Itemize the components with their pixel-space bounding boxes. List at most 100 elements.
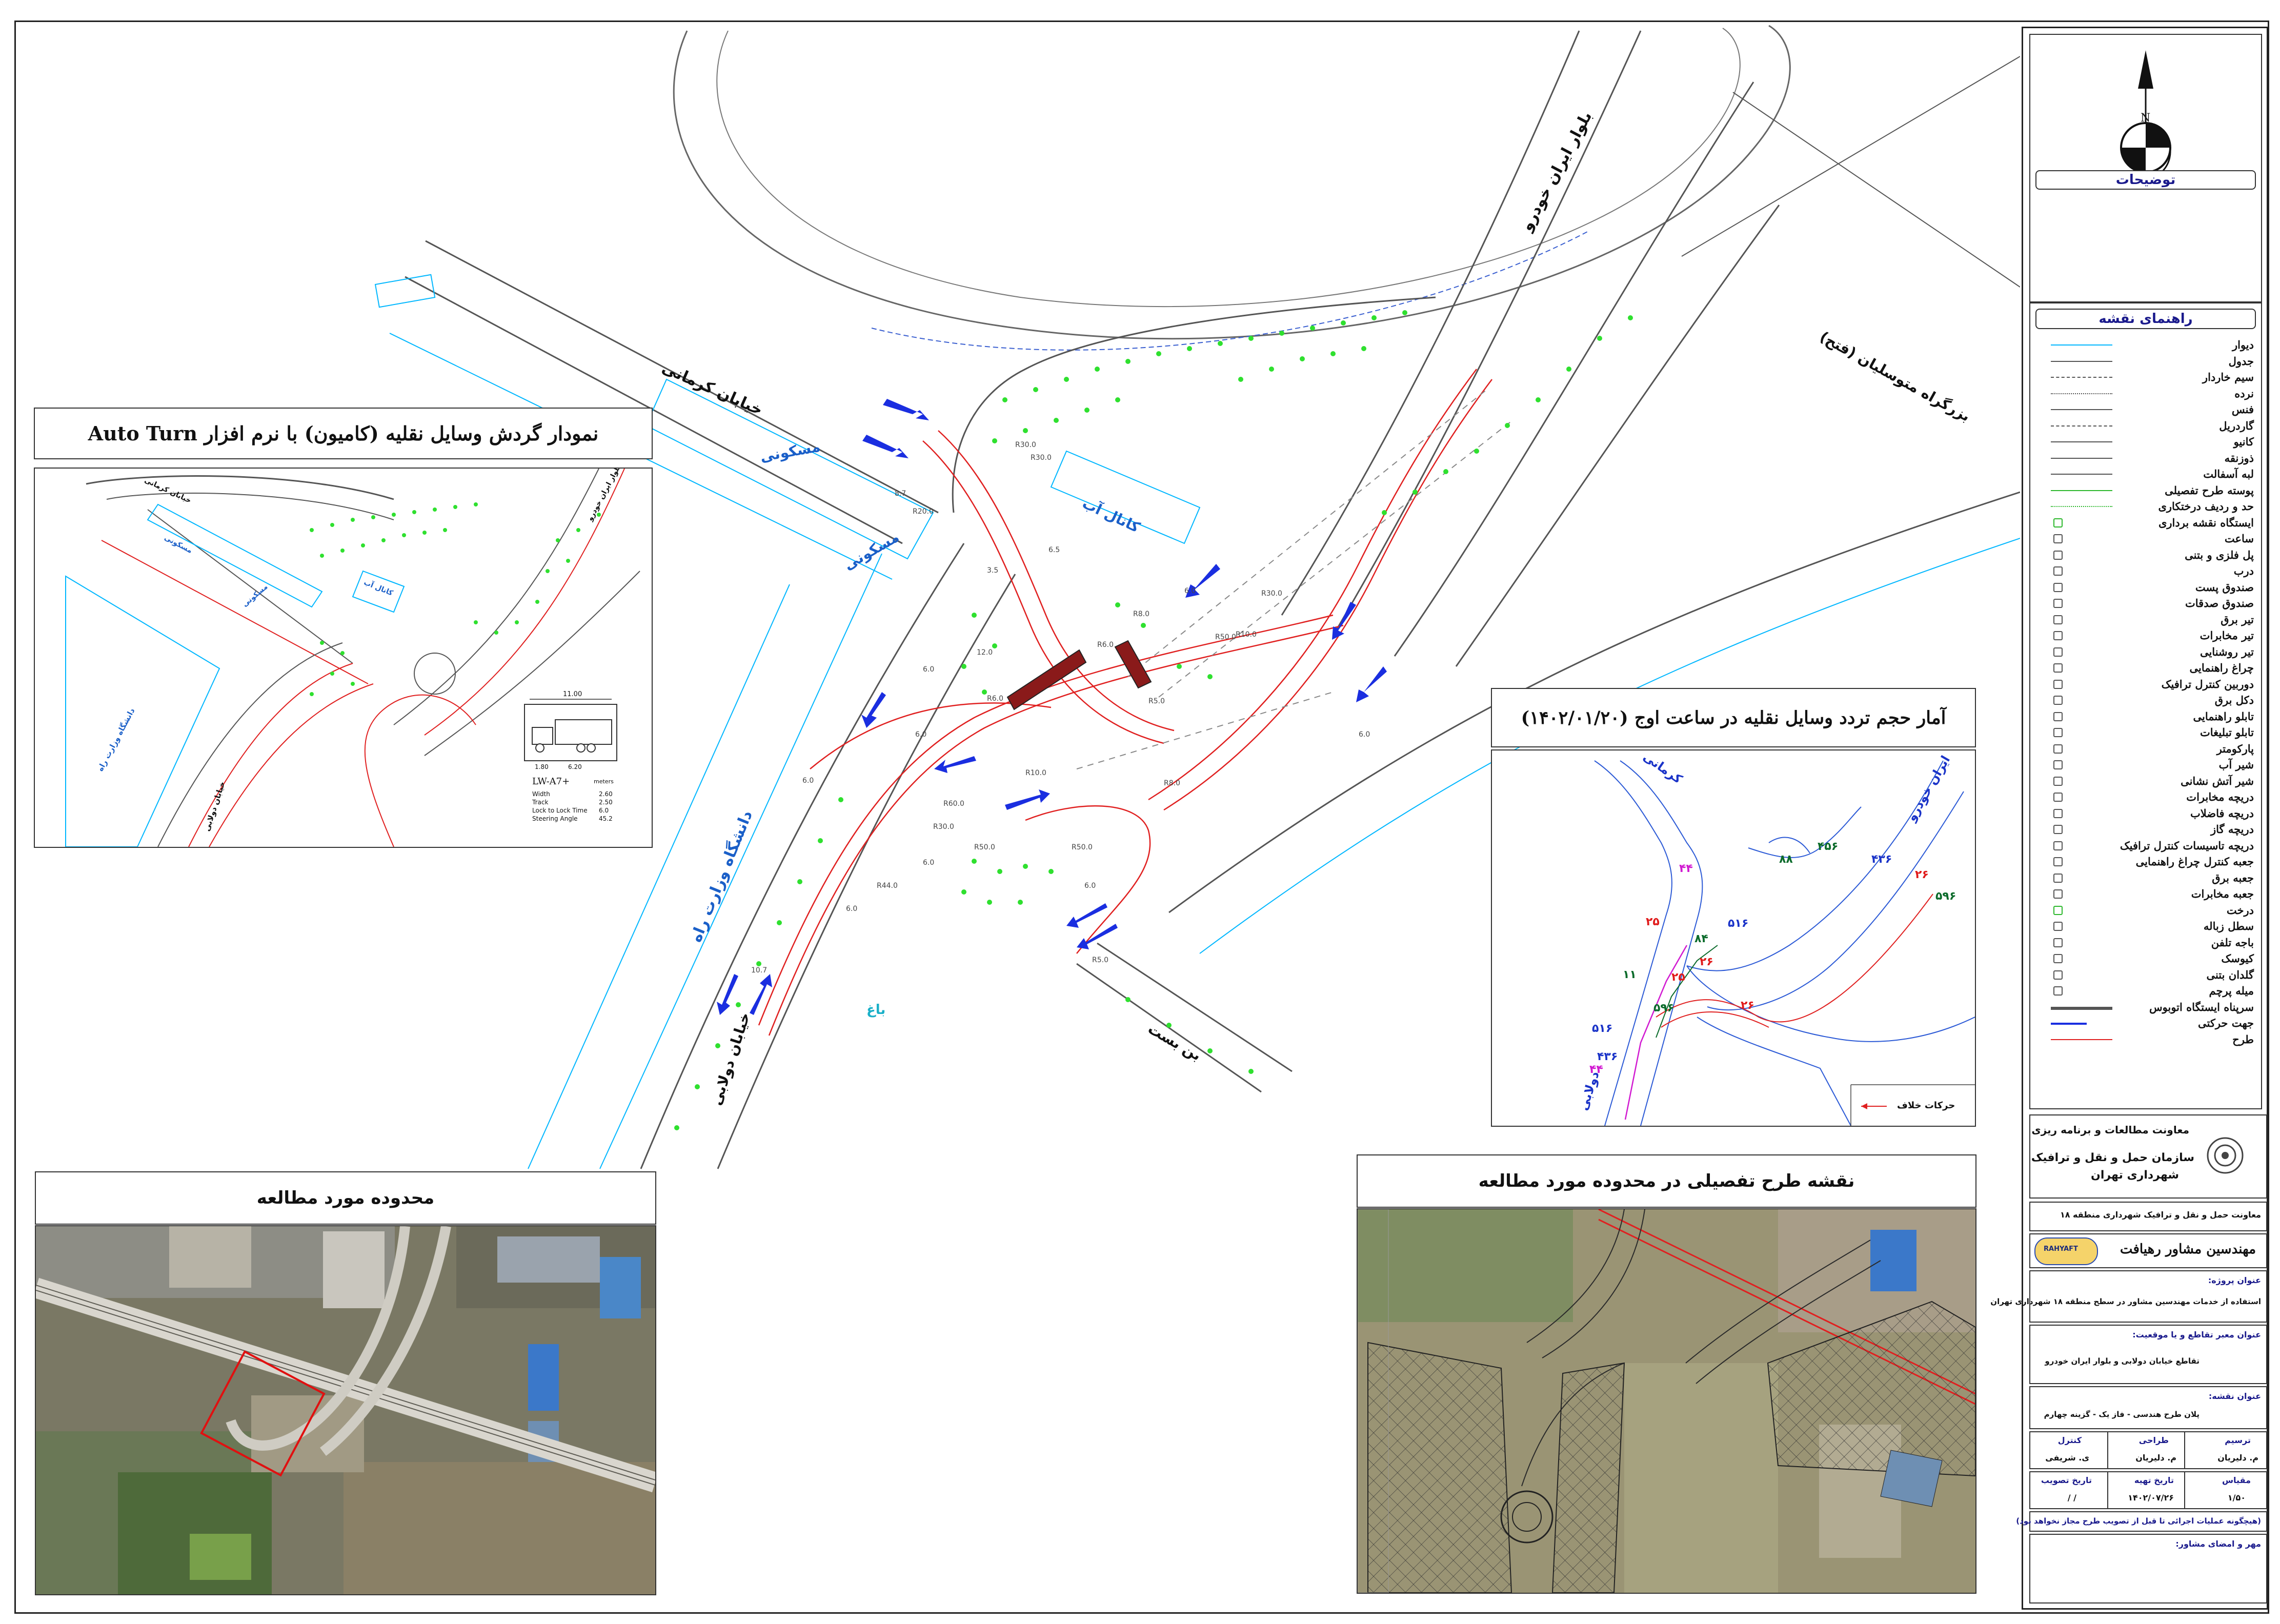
detail-plan-aerial: [1357, 1208, 1976, 1594]
legend-item-label: طرح: [2232, 1032, 2254, 1046]
legend-symbol-icon: [2053, 550, 2063, 560]
dim-label: R30.0: [1015, 441, 1036, 449]
legend-symbol-icon: [2053, 631, 2063, 640]
truck-name: LW-A7+: [532, 776, 570, 787]
legend-item: تیر مخابرات: [2030, 628, 2261, 644]
legend-symbol-icon: [2051, 474, 2112, 476]
legend-symbol-icon: [2053, 728, 2063, 737]
legend-item-label: لبه آسفالت: [2203, 468, 2254, 480]
legend-item: سیم خاردار: [2030, 370, 2261, 385]
dim-label: R50.0: [1215, 633, 1236, 641]
legend-item-label: دوربین کنترل ترافیک: [2161, 677, 2254, 691]
td-design: م. دلیریان: [2135, 1453, 2176, 1463]
legend-item-label: فنس: [2231, 403, 2254, 416]
legend-item: سطل زباله: [2030, 919, 2261, 935]
legend-symbol-icon: [2053, 566, 2063, 576]
legend-item: دریچه تاسیسات کنترل ترافیک: [2030, 838, 2261, 854]
legend-item: باجه تلفن: [2030, 935, 2261, 951]
traffic-volume-value: ۲۵: [1646, 916, 1660, 928]
legend-symbol-icon: [2053, 663, 2063, 673]
legend-item-label: ساعت: [2224, 532, 2254, 545]
traffic-volume-value: ۵۱۶: [1592, 1022, 1613, 1035]
legend-symbol-icon: [2051, 409, 2112, 411]
legend-item-label: پوسته طرح تفصیلی: [2165, 483, 2254, 497]
legend-symbol-icon: [2053, 970, 2063, 980]
dim-label: R10.0: [1236, 631, 1257, 639]
legend-item: لبه آسفالت: [2030, 466, 2261, 482]
consultant-logo-text: RAHYAFT: [2044, 1245, 2078, 1253]
td-draw: م. دلیریان: [2217, 1453, 2258, 1463]
dim-label: 6.5: [1048, 546, 1060, 554]
traffic-volume-value: ۲۶: [1700, 956, 1713, 968]
legend-symbol-icon: [2053, 599, 2063, 608]
dim-label: 6.0: [923, 665, 935, 674]
table-divider: [2107, 1472, 2108, 1508]
legend-item-label: دریچه تاسیسات کنترل ترافیک: [2120, 839, 2254, 852]
legend-item: جدول: [2030, 354, 2261, 370]
legend-symbol-icon: [2053, 825, 2063, 834]
legend-symbol-icon: [2053, 873, 2063, 883]
legend-symbol-icon: [2051, 344, 2112, 347]
project-value: استفاده از خدمات مهندسین مشاور در سطح من…: [1990, 1297, 2261, 1306]
table-divider: [2184, 1472, 2185, 1508]
legend-item: گلدان بتنی: [2030, 967, 2261, 983]
traffic-volume-value: ۵۹۶: [1935, 890, 1956, 903]
legend-item-label: سطل زباله: [2203, 920, 2254, 932]
dim-label: R10.0: [1025, 769, 1046, 777]
legend-item: درب: [2030, 563, 2261, 579]
legend-item-label: چراغ راهنمایی: [2189, 661, 2254, 674]
deputy-text: معاونت حمل و نقل و ترافیک شهرداری منطقه …: [2060, 1210, 2261, 1220]
traffic-volume-value: ۲۶: [1915, 868, 1929, 881]
dim-label: 6.0: [1184, 587, 1196, 595]
legend-item: تیر برق: [2030, 612, 2261, 628]
th-scale: مقیاس: [2222, 1475, 2251, 1485]
legend-item-label: گلدان بتنی: [2206, 968, 2254, 981]
legend-item-label: جعبه کنترل چراغ راهنمایی: [2135, 855, 2254, 868]
th-design: طراحی: [2138, 1435, 2169, 1445]
dim-label: R8.0: [1164, 779, 1180, 787]
traffic-svg: [1594, 760, 1975, 1126]
legend-item-label: دکل برق: [2214, 694, 2254, 706]
legend-symbol-icon: [2051, 377, 2112, 379]
legend-item: ایستگاه نقشه برداری: [2030, 515, 2261, 531]
org-line-1: معاونت مطالعات و برنامه ریزی: [2031, 1124, 2189, 1136]
traffic-volume-value: ۸۴: [1694, 932, 1708, 945]
legend-item-label: سرپناه ایستگاه اتوبوس: [2149, 1000, 2254, 1013]
dim-label: R30.0: [1031, 454, 1052, 462]
legend-item: جعبه مخابرات: [2030, 886, 2261, 902]
traffic-volume-value: ۲۶: [1741, 999, 1754, 1012]
legend-symbol-icon: [2053, 647, 2063, 657]
warning-block: (هیچگونه عملیات اجرائی تا قبل از تصویب ط…: [2016, 1511, 2267, 1532]
legend-item: تیر روشنایی: [2030, 644, 2261, 660]
legend-symbol-icon: [2053, 776, 2063, 786]
legend-item-label: تیر برق: [2221, 613, 2254, 626]
legend-item-label: جدول: [2228, 354, 2254, 368]
legend-symbol-icon: [2053, 615, 2063, 624]
legend-symbol-icon: [2051, 360, 2112, 363]
legend-item: میله پرچم: [2030, 983, 2261, 999]
traffic-volume-value: ۱۱: [1623, 968, 1637, 981]
dim-label: 3.5: [987, 566, 999, 575]
drawing-table-2: مقیاس تاریخ تهیه تاریخ تصویب ۱/۵۰ ۱۴۰۲/۰…: [2029, 1471, 2267, 1509]
legend-item-label: درخت: [2226, 903, 2254, 917]
org-block: معاونت مطالعات و برنامه ریزی سازمان حمل …: [2029, 1114, 2267, 1199]
deputy-block: معاونت حمل و نقل و ترافیک شهرداری منطقه …: [2029, 1202, 2267, 1231]
dim-label: 6.0: [802, 777, 814, 785]
dim-label: 6.0: [846, 905, 858, 913]
map-guide-title: راهنمای نقشه: [2099, 311, 2193, 327]
detail-plan-svg: [1358, 1209, 1975, 1593]
legend-item: طرح: [2030, 1032, 2261, 1048]
legend-item-label: کانیو: [2233, 435, 2254, 448]
legend-item-label: ایستگاه نقشه برداری: [2158, 516, 2254, 529]
legend-symbol-icon: [2053, 696, 2063, 705]
legend-symbol-icon: [2053, 938, 2063, 947]
th-control: کنترل: [2057, 1435, 2082, 1445]
legend-item-label: دیوار: [2232, 338, 2254, 351]
traffic-volume-value: ۵۱۶: [1728, 917, 1749, 930]
legend-item-label: پل فلزی و بتنی: [2185, 548, 2254, 561]
legend-item: ذوزنقه: [2030, 451, 2261, 466]
truck-dim-2: 6.20: [568, 763, 582, 770]
table-divider: [2107, 1432, 2108, 1468]
traffic-volume-value: ۴۵۶: [1818, 840, 1839, 853]
legend-item-label: تابلو تبلیغات: [2200, 726, 2254, 739]
